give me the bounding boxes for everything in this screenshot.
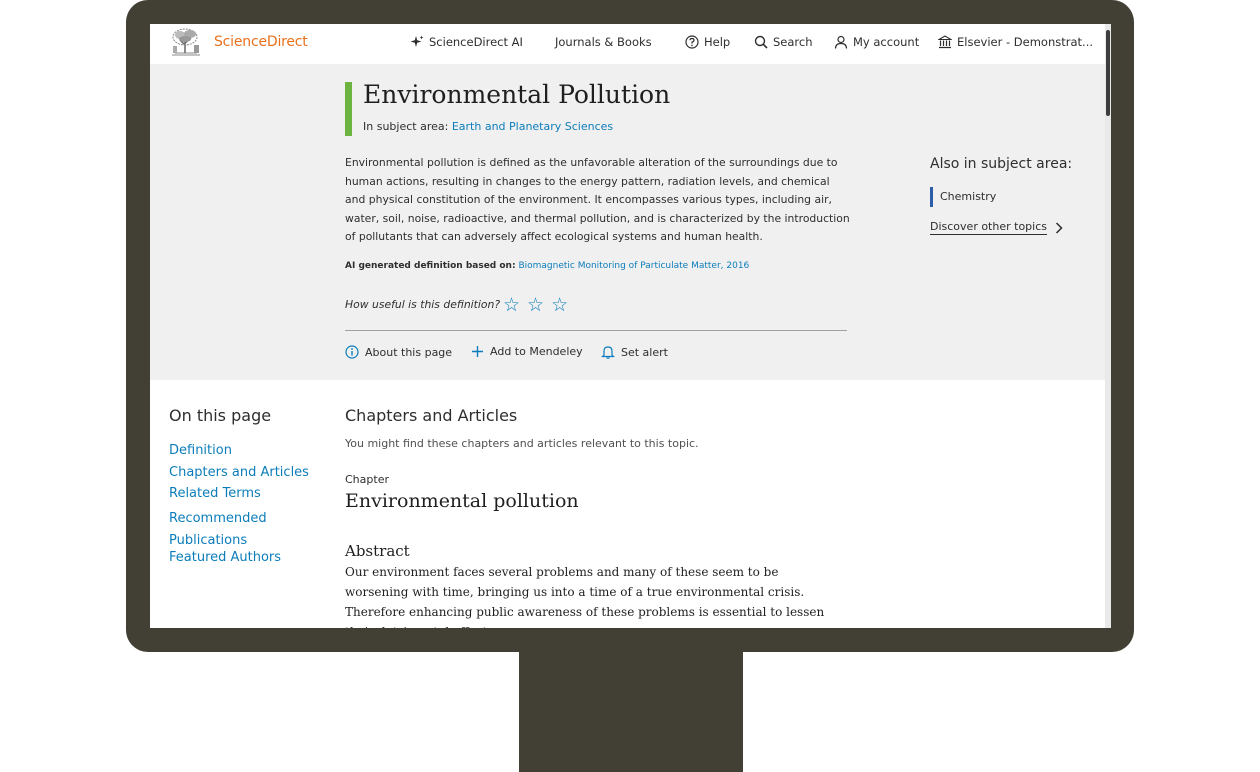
action-label: Add to Mendeley xyxy=(490,345,583,358)
abstract-text: Our environment faces several problems a… xyxy=(345,565,825,628)
action-label: About this page xyxy=(365,345,453,359)
monitor-stand xyxy=(519,652,743,772)
ai-definition-label: AI generated definition based on: xyxy=(345,261,516,271)
browser-screen: ScienceDirect ScienceDirect AI Journals … xyxy=(150,24,1105,628)
bell-icon xyxy=(601,346,615,359)
nav-my-account[interactable]: My account xyxy=(834,35,919,49)
ai-definition-source: AI generated definition based on: Biomag… xyxy=(345,261,749,271)
subject-prefix: In subject area: xyxy=(363,120,449,133)
nav-label: My account xyxy=(853,35,920,49)
vertical-scrollbar[interactable] xyxy=(1105,24,1111,628)
rating-star-icon[interactable]: ☆ xyxy=(503,296,520,315)
toc-link-chapters-articles[interactable]: Chapters and Articles xyxy=(169,465,309,480)
toc-link-featured-authors[interactable]: Featured Authors xyxy=(169,550,281,565)
rating-star-icon[interactable]: ☆ xyxy=(551,296,568,315)
nav-search[interactable]: Search xyxy=(754,35,813,49)
about-this-page-button[interactable]: About this page xyxy=(345,345,452,359)
nav-label: Search xyxy=(773,35,813,49)
help-circle-icon xyxy=(685,35,699,49)
plus-icon xyxy=(472,346,483,357)
institution-icon xyxy=(938,35,952,49)
chapter-title-link[interactable]: Environmental pollution xyxy=(345,490,579,512)
discover-label: Discover other topics xyxy=(930,220,1047,235)
divider xyxy=(345,330,847,331)
subject-area: In subject area: Earth and Planetary Sci… xyxy=(363,120,613,133)
on-this-page-title: On this page xyxy=(169,406,272,425)
action-label: Set alert xyxy=(621,345,668,359)
rating-prompt: How useful is this definition? xyxy=(345,298,501,311)
nav-label: ScienceDirect AI xyxy=(429,35,523,49)
user-icon xyxy=(834,35,848,49)
elsevier-tree-logo-icon[interactable] xyxy=(169,27,203,58)
rating-stars: ☆ ☆ ☆ xyxy=(503,296,568,315)
abstract-heading: Abstract xyxy=(345,542,410,560)
title-accent-bar xyxy=(345,82,352,136)
sparkle-icon xyxy=(410,35,424,47)
subject-area-link[interactable]: Earth and Planetary Sciences xyxy=(452,120,613,133)
nav-label: Help xyxy=(704,35,731,49)
discover-other-topics-link[interactable]: Discover other topics xyxy=(930,220,1063,235)
definition-text: Environmental pollution is defined as th… xyxy=(345,156,850,244)
scrollbar-thumb[interactable] xyxy=(1106,30,1110,116)
chevron-right-icon xyxy=(1055,221,1063,234)
also-in-subject-title: Also in subject area: xyxy=(930,156,1073,172)
add-to-mendeley-button[interactable]: Add to Mendeley xyxy=(471,345,583,358)
chapters-articles-subtitle: You might find these chapters and articl… xyxy=(345,437,699,450)
also-in-subject-item[interactable]: Chemistry xyxy=(930,187,996,207)
nav-label: Journals & Books xyxy=(555,35,652,49)
toc-link-definition[interactable]: Definition xyxy=(169,443,232,458)
info-icon xyxy=(345,345,359,359)
nav-label: Elsevier - Demonstrat... xyxy=(957,35,1094,49)
nav-sciencedirect-ai[interactable]: ScienceDirect AI xyxy=(410,35,523,49)
chapter-type-label: Chapter xyxy=(345,473,389,486)
nav-help[interactable]: Help xyxy=(685,35,730,49)
sciencedirect-logo-text[interactable]: ScienceDirect xyxy=(214,34,308,50)
toc-link-recommended-publications[interactable]: Recommended Publications xyxy=(169,508,279,551)
top-navigation-bar: ScienceDirect ScienceDirect AI Journals … xyxy=(150,24,1105,64)
toc-link-related-terms[interactable]: Related Terms xyxy=(169,486,261,501)
search-icon xyxy=(754,35,768,49)
rating-star-icon[interactable]: ☆ xyxy=(527,296,544,315)
nav-institution[interactable]: Elsevier - Demonstrat... xyxy=(938,35,1093,49)
ai-source-link[interactable]: Biomagnetic Monitoring of Particulate Ma… xyxy=(518,261,749,271)
chapters-articles-title: Chapters and Articles xyxy=(345,406,518,425)
set-alert-button[interactable]: Set alert xyxy=(601,345,668,359)
nav-journals-books[interactable]: Journals & Books xyxy=(555,35,652,49)
page-title: Environmental Pollution xyxy=(363,80,671,109)
topic-hero: Environmental Pollution In subject area:… xyxy=(150,64,1105,380)
